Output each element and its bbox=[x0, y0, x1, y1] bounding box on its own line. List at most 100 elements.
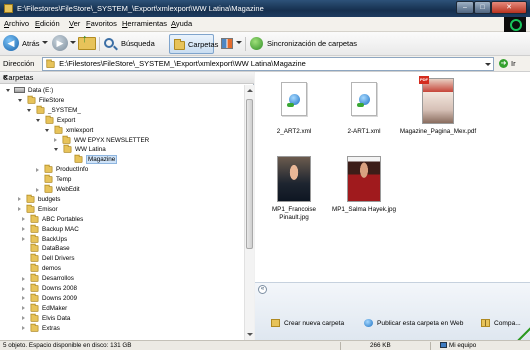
expand-arrow-icon[interactable] bbox=[22, 316, 25, 321]
tree-item-label: DataBase bbox=[42, 245, 70, 253]
menu-herramientas[interactable]: Herramientas bbox=[122, 19, 167, 28]
tree-item[interactable]: Downs 2008 bbox=[22, 283, 78, 294]
collapse-arrow-icon[interactable] bbox=[27, 108, 31, 112]
scrollbar-thumb[interactable] bbox=[246, 99, 253, 249]
back-button-label[interactable]: Atrás bbox=[22, 35, 40, 53]
menu-ver[interactable]: Ver bbox=[69, 19, 80, 28]
expand-arrow-icon[interactable] bbox=[36, 167, 39, 172]
search-button[interactable]: Búsqueda bbox=[121, 35, 155, 53]
tree-item-label: xmlexport bbox=[66, 126, 94, 134]
expand-arrow-icon[interactable] bbox=[54, 138, 57, 142]
search-icon[interactable] bbox=[104, 38, 114, 48]
menu-archivo[interactable]: Archivo bbox=[4, 19, 29, 28]
expand-arrow-icon[interactable] bbox=[22, 227, 25, 232]
tree-item[interactable]: Elvis Data bbox=[22, 313, 70, 324]
tree-item[interactable]: Downs 2009 bbox=[22, 293, 78, 304]
explorer-window: E:\Filestores\FileStore\_SYSTEM_\Export\… bbox=[0, 0, 530, 350]
menu-ayuda[interactable]: Ayuda bbox=[171, 19, 192, 28]
tree-item-label: Downs 2008 bbox=[42, 285, 78, 293]
close-pane-icon[interactable]: × bbox=[3, 73, 248, 82]
tree-item[interactable]: _SYSTEM_ bbox=[27, 105, 81, 116]
new-folder-task[interactable]: Crear nueva carpeta bbox=[271, 319, 344, 329]
pdf-badge-icon: PDF bbox=[419, 76, 429, 84]
back-history-dropdown-icon[interactable] bbox=[42, 41, 48, 44]
expand-arrow-icon[interactable] bbox=[18, 197, 21, 202]
menu-favoritos[interactable]: Favoritos bbox=[86, 19, 117, 28]
tree-item[interactable]: WW Latina bbox=[54, 145, 106, 155]
tree-item[interactable]: EdMaker bbox=[22, 303, 67, 314]
go-button[interactable]: Ir bbox=[511, 59, 516, 68]
expand-arrow-icon[interactable] bbox=[22, 286, 25, 291]
file-item[interactable]: PDF Magazine_Pagina_Mex.pdf bbox=[395, 76, 481, 136]
menu-edicion[interactable]: Edición bbox=[35, 19, 60, 28]
tree-item[interactable]: FileStore bbox=[18, 95, 64, 106]
tree-item[interactable]: Magazine bbox=[66, 155, 118, 165]
tree-item-label: Dell Drivers bbox=[42, 255, 75, 263]
compress-task[interactable]: Compa... bbox=[481, 319, 521, 329]
collapse-arrow-icon[interactable] bbox=[6, 88, 10, 92]
scroll-down-icon[interactable] bbox=[247, 333, 253, 336]
status-divider bbox=[430, 342, 431, 350]
collapse-arrow-icon[interactable] bbox=[54, 148, 58, 152]
file-item[interactable]: 2_ART2.xml bbox=[259, 78, 329, 136]
tree-item[interactable]: budgets bbox=[18, 194, 60, 205]
file-list-pane: 2_ART2.xml 2-ART1.xml PDF Magazine_Pagin… bbox=[255, 72, 530, 282]
tree-item-label: Downs 2009 bbox=[42, 295, 78, 303]
collapse-arrow-icon[interactable] bbox=[36, 118, 40, 122]
close-button[interactable]: ✕ bbox=[491, 1, 527, 14]
resize-grip-icon[interactable] bbox=[516, 326, 530, 340]
up-folder-icon[interactable] bbox=[78, 33, 96, 50]
file-item[interactable]: MP1_Francoise Pinault.jpg bbox=[259, 156, 329, 222]
expand-arrow-icon[interactable] bbox=[22, 276, 25, 281]
minimize-button[interactable]: – bbox=[456, 1, 474, 14]
collapse-tasks-icon[interactable]: « bbox=[258, 285, 267, 294]
tree-item[interactable]: demos bbox=[22, 264, 61, 274]
tree-item[interactable]: ProductInfo bbox=[36, 165, 88, 175]
scroll-up-icon[interactable] bbox=[247, 89, 253, 92]
address-dropdown-icon[interactable] bbox=[485, 63, 491, 66]
expand-arrow-icon[interactable] bbox=[22, 217, 25, 222]
forward-arrow-icon[interactable]: ▶ bbox=[52, 35, 68, 51]
folder-icon bbox=[30, 264, 39, 272]
address-field[interactable]: E:\Filestores\FileStore\_SYSTEM_\Export\… bbox=[42, 57, 494, 71]
file-item[interactable]: MP1_Salma Hayek.jpg bbox=[329, 156, 399, 214]
publish-web-task[interactable]: Publicar esta carpeta en Web bbox=[364, 319, 463, 329]
tree-item[interactable]: Temp bbox=[36, 174, 71, 185]
tree-item[interactable]: BackUps bbox=[22, 234, 67, 245]
sync-icon[interactable] bbox=[250, 37, 263, 50]
tree-item-label: Extras bbox=[42, 324, 60, 332]
folder-tree-scrollbar[interactable] bbox=[244, 85, 254, 340]
tree-item[interactable]: Data (E:) bbox=[6, 86, 53, 96]
maximize-button[interactable]: □ bbox=[474, 1, 491, 14]
views-icon[interactable] bbox=[221, 38, 233, 49]
expand-arrow-icon[interactable] bbox=[22, 306, 25, 311]
tree-item[interactable]: Extras bbox=[22, 323, 60, 334]
tree-item[interactable]: Export bbox=[36, 115, 75, 126]
title-bar[interactable]: E:\Filestores\FileStore\_SYSTEM_\Export\… bbox=[0, 0, 530, 17]
go-arrow-icon[interactable]: ➜ bbox=[499, 59, 508, 68]
tree-item[interactable]: Backup MAC bbox=[22, 224, 79, 235]
tree-item[interactable]: DataBase bbox=[22, 244, 70, 254]
xml-file-icon bbox=[351, 82, 377, 116]
expand-arrow-icon[interactable] bbox=[18, 207, 21, 212]
expand-arrow-icon[interactable] bbox=[22, 326, 25, 331]
sync-folders-button[interactable]: Sincronización de carpetas bbox=[267, 35, 357, 53]
expand-arrow-icon[interactable] bbox=[22, 237, 25, 241]
toolbar-separator bbox=[245, 37, 246, 51]
tree-item[interactable]: WebEdit bbox=[36, 184, 80, 195]
tree-item[interactable]: Dell Drivers bbox=[22, 254, 75, 264]
collapse-arrow-icon[interactable] bbox=[18, 98, 22, 102]
tree-item[interactable]: Desarrollos bbox=[22, 273, 74, 284]
file-item[interactable]: 2-ART1.xml bbox=[329, 78, 399, 136]
tree-item[interactable]: ABC Portables bbox=[22, 214, 83, 225]
views-dropdown-icon[interactable] bbox=[236, 41, 242, 44]
forward-history-dropdown-icon[interactable] bbox=[70, 41, 76, 44]
back-arrow-icon[interactable]: ◀ bbox=[3, 35, 19, 51]
folders-button[interactable]: Carpetas bbox=[169, 34, 218, 54]
expand-arrow-icon[interactable] bbox=[22, 296, 25, 301]
expand-arrow-icon[interactable] bbox=[36, 187, 39, 192]
folder-icon bbox=[30, 224, 39, 233]
collapse-arrow-icon[interactable] bbox=[45, 128, 49, 132]
tree-item[interactable]: Emisor bbox=[18, 204, 58, 215]
tree-item[interactable]: xmlexport bbox=[45, 125, 94, 136]
